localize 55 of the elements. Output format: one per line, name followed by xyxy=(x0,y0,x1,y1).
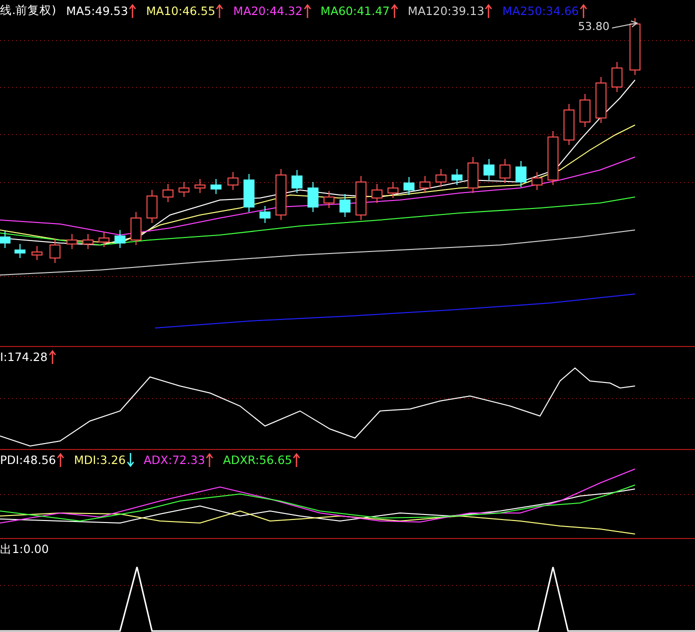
candle xyxy=(146,190,158,224)
candle xyxy=(162,184,174,202)
indicator-value: I:174.28 xyxy=(0,350,48,364)
candle xyxy=(548,130,558,186)
candle xyxy=(580,94,590,128)
chart-title: 线.前复权) xyxy=(0,3,56,18)
candle xyxy=(596,76,606,124)
candle xyxy=(130,212,142,246)
candle xyxy=(292,170,302,194)
candle xyxy=(114,230,126,248)
candle xyxy=(436,168,446,188)
indicator-value: PDI:48.56 xyxy=(0,453,56,467)
candle xyxy=(420,176,430,194)
indicator-value: MA20:44.32 xyxy=(233,4,303,18)
candle xyxy=(194,178,206,194)
indicator-value: 出1:0.00 xyxy=(0,542,49,557)
candle xyxy=(260,206,270,224)
candle xyxy=(244,174,254,212)
candle xyxy=(564,104,574,146)
candle xyxy=(372,184,382,204)
candle xyxy=(308,182,318,212)
candle xyxy=(228,172,238,190)
pointer-arrow-icon xyxy=(610,20,638,30)
candle xyxy=(276,168,286,220)
candle xyxy=(484,158,494,180)
candle xyxy=(178,182,190,198)
candle xyxy=(516,160,526,188)
candle xyxy=(50,238,60,264)
candle xyxy=(388,182,398,198)
candle xyxy=(356,176,366,220)
candle xyxy=(324,190,334,208)
candle xyxy=(532,172,542,190)
indicator-value: MDI:3.26 xyxy=(74,453,126,467)
candle xyxy=(14,244,26,258)
indicator-value: ADX:72.33 xyxy=(144,453,206,467)
candle xyxy=(340,194,350,218)
candle xyxy=(612,62,622,92)
candle xyxy=(404,176,414,196)
candle xyxy=(0,230,10,248)
candle xyxy=(66,234,78,250)
candle xyxy=(452,168,462,186)
candle xyxy=(98,232,110,248)
indicator-value: MA250:34.66 xyxy=(502,4,579,18)
candle xyxy=(500,158,510,184)
indicator-value: ADXR:56.65 xyxy=(223,453,292,467)
indicator-value: MA10:46.55 xyxy=(146,4,216,18)
indicator-value: MA60:41.47 xyxy=(320,4,390,18)
candle xyxy=(32,246,42,260)
candle xyxy=(82,234,94,250)
indicator-value: MA5:49.53 xyxy=(66,4,128,18)
indicator-value: MA120:39.13 xyxy=(408,4,484,18)
candle xyxy=(630,18,640,76)
high-price-label: 53.80 xyxy=(578,20,610,33)
candle xyxy=(468,156,478,194)
candle xyxy=(210,178,222,194)
